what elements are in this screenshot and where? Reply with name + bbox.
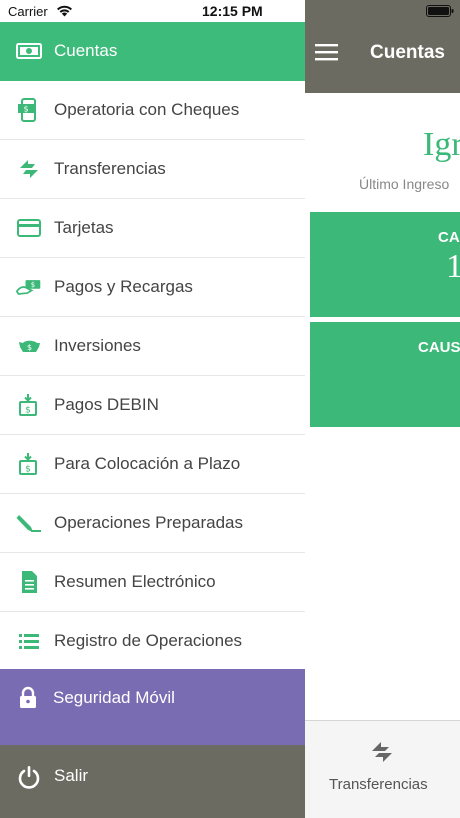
greeting-text: Igr [423,126,460,163]
menu-item-transferencias[interactable]: Transferencias [0,140,305,199]
transfer-arrows-icon[interactable] [367,737,397,767]
credit-card-icon [17,219,41,237]
piggy-bank-icon: $ [19,340,40,352]
transfer-arrows-icon [20,160,38,178]
menu-item-label: Para Colocación a Plazo [54,454,241,473]
tab-bar: Transferencias [305,720,460,818]
main-screen: Cuentas Igr Último Ingreso CA 1 CAUS Tra… [305,22,460,818]
clock: 12:15 PM [202,3,263,19]
menu-item-inversiones[interactable]: $ Inversiones [0,317,305,376]
card-label: CAUS [418,339,460,356]
menu-item-cuentas[interactable]: Cuentas [0,22,305,81]
menu-item-operaciones-preparadas[interactable]: Operaciones Preparadas [0,494,305,553]
menu-item-pagos-recargas[interactable]: $ Pagos y Recargas [0,258,305,317]
money-download-icon: $ [19,394,37,416]
menu-item-seguridad-movil[interactable]: Seguridad Móvil [0,669,305,747]
menu-item-label: Operatoria con Cheques [54,100,240,119]
power-icon [18,766,40,789]
page-title: Cuentas [370,42,445,63]
wifi-icon [57,5,72,17]
tab-transferencias[interactable]: Transferencias [329,776,428,793]
menu-item-label: Pagos y Recargas [54,277,193,296]
svg-text:$: $ [27,343,32,352]
menu-item-operatoria-cheques[interactable]: $ Operatoria con Cheques [0,81,305,140]
card-label: CA [438,229,460,246]
summary-card-2[interactable]: CAUS [310,322,460,427]
payment-hand-icon: $ [16,280,41,295]
summary-card-1[interactable]: CA 1 [310,212,460,317]
svg-text:$: $ [31,281,35,289]
menu-item-registro-operaciones[interactable]: Registro de Operaciones [0,612,305,671]
menu-item-pagos-debin[interactable]: $ Pagos DEBIN [0,376,305,435]
banknote-icon [16,43,42,59]
menu-item-label: Operaciones Preparadas [54,513,244,532]
money-download-icon: $ [19,453,37,475]
status-bar: Carrier 12:15 PM [0,0,460,22]
menu-item-tarjetas[interactable]: Tarjetas [0,199,305,258]
menu-item-label: Tarjetas [54,218,114,237]
list-icon [19,634,39,649]
side-drawer: Cuentas $ Operatoria con Cheques Transfe… [0,22,305,818]
menu-item-label: Seguridad Móvil [53,688,175,707]
menu-item-resumen-electronico[interactable]: Resumen Electrónico [0,553,305,612]
carrier-label: Carrier [8,4,48,19]
menu-item-label: Transferencias [54,159,166,178]
menu-item-label: Cuentas [54,41,118,60]
menu-item-label: Resumen Electrónico [54,572,216,591]
svg-text:$: $ [25,465,31,475]
battery-icon [426,5,454,17]
menu-item-label: Registro de Operaciones [54,631,243,650]
logout-label: Salir [54,766,89,785]
pencil-icon [16,515,41,532]
document-icon [22,571,37,593]
card-value: 1 [446,248,460,285]
hamburger-menu-icon[interactable] [315,42,338,62]
mobile-cheque-icon: $ [18,98,36,122]
lock-icon [20,686,36,708]
menu-item-label: Pagos DEBIN [54,395,159,414]
svg-text:$: $ [25,406,31,416]
last-login-text: Último Ingreso [359,176,450,192]
logout-button[interactable]: Salir [0,745,305,818]
menu-item-colocacion-plazo[interactable]: $ Para Colocación a Plazo [0,435,305,494]
menu-item-label: Inversiones [54,336,141,355]
app-header: Cuentas [305,22,460,93]
svg-text:$: $ [23,105,28,114]
